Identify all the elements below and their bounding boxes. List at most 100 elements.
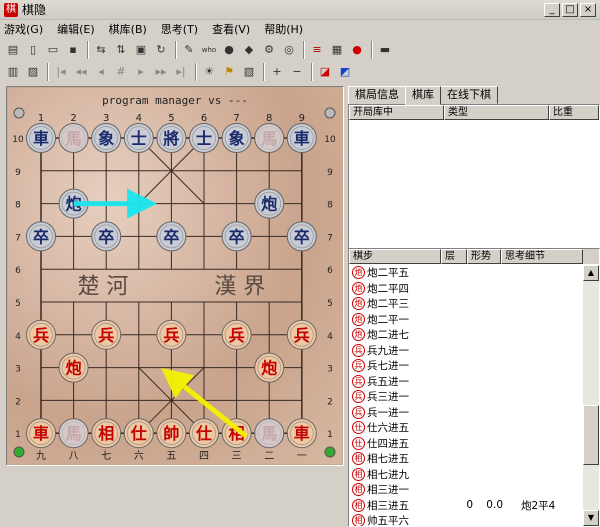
piece-label: 象 bbox=[229, 129, 245, 148]
menu-edit[interactable]: 编辑(E) bbox=[57, 21, 95, 37]
menu-library[interactable]: 棋库(B) bbox=[109, 21, 147, 37]
tab-online[interactable]: 在线下棋 bbox=[440, 86, 498, 104]
tab-game-info[interactable]: 棋局信息 bbox=[348, 86, 406, 104]
swap-icon[interactable]: ⇅ bbox=[112, 41, 130, 59]
file-label-bottom: 九 bbox=[36, 450, 46, 462]
move-row[interactable]: 仕仕四进五 bbox=[349, 436, 583, 452]
move-row[interactable]: 相相七进九 bbox=[349, 467, 583, 483]
edit-pen-icon[interactable]: ✎ bbox=[180, 41, 198, 59]
move-row[interactable]: 相相三进五 0 0.0 炮2平4 bbox=[349, 498, 583, 514]
hint-bulb-icon[interactable]: ☀ bbox=[200, 63, 218, 81]
search-icon[interactable]: ◎ bbox=[280, 41, 298, 59]
corner-green-dot bbox=[324, 446, 336, 458]
move-list[interactable]: 棋步 层 形势 思考细节 炮炮二平五炮炮二平四炮炮二平三炮炮二平一炮炮二进七兵兵… bbox=[348, 248, 600, 527]
circle-icon[interactable]: ● bbox=[220, 41, 238, 59]
move-notation: 相三进一 bbox=[367, 484, 409, 497]
new-file-icon[interactable]: ▯ bbox=[24, 41, 42, 59]
move-notation: 炮二平四 bbox=[367, 282, 409, 295]
back-fast-icon[interactable]: ◂◂ bbox=[72, 63, 90, 81]
river-text-right: 漢 界 bbox=[214, 275, 265, 300]
move-list-scrollbar[interactable]: ▲ ▼ bbox=[583, 265, 599, 526]
forward-fast-icon[interactable]: ▸▸ bbox=[152, 63, 170, 81]
first-move-icon[interactable]: |◂ bbox=[52, 63, 70, 81]
last-move-icon[interactable]: ▸| bbox=[172, 63, 190, 81]
move-row[interactable]: 炮炮二平三 bbox=[349, 296, 583, 312]
move-row[interactable]: 兵兵一进一 bbox=[349, 405, 583, 421]
menu-help[interactable]: 帮助(H) bbox=[264, 21, 303, 37]
river-text-left: 楚 河 bbox=[77, 275, 128, 300]
piece-label: 馬 bbox=[66, 424, 82, 443]
move-row[interactable]: 相相三进一 bbox=[349, 482, 583, 498]
file-label-top: 2 bbox=[70, 113, 76, 124]
piece-color-icon[interactable]: ● bbox=[348, 41, 366, 59]
board-svg[interactable]: program manager vs --- 1 2 3 4 5 6 7 8 9 九 八 七 六 五 四 三 二 一… bbox=[8, 88, 342, 464]
chess-board[interactable]: program manager vs --- 1 2 3 4 5 6 7 8 9 九 八 七 六 五 四 三 二 一… bbox=[8, 88, 342, 464]
move-row[interactable]: 仕仕六进五 bbox=[349, 420, 583, 436]
move-icon[interactable]: ⇆ bbox=[92, 41, 110, 59]
move-row[interactable]: 相相七进五 bbox=[349, 451, 583, 467]
menu-view[interactable]: 查看(V) bbox=[212, 21, 250, 37]
flag-red-icon[interactable]: ◪ bbox=[316, 63, 334, 81]
col-type[interactable]: 类型 bbox=[444, 105, 549, 120]
who-icon[interactable]: who bbox=[200, 41, 218, 59]
new-game-icon[interactable]: ▤ bbox=[4, 41, 22, 59]
tab-library[interactable]: 棋库 bbox=[405, 86, 441, 105]
col-opening[interactable]: 开局库中 bbox=[349, 105, 444, 120]
paste-icon[interactable]: ▨ bbox=[24, 63, 42, 81]
toolbar-navigation: ▥ ▨ |◂ ◂◂ ◂ # ▸ ▸▸ ▸| ☀ ⚑ ▧ + − ◪ ◩ bbox=[4, 61, 356, 83]
move-row[interactable]: 炮炮二平四 bbox=[349, 281, 583, 297]
hash-icon[interactable]: # bbox=[112, 63, 130, 81]
rotate-icon[interactable]: ↻ bbox=[152, 41, 170, 59]
rank-label-right: 5 bbox=[327, 299, 333, 309]
plus-icon[interactable]: + bbox=[268, 63, 286, 81]
move-row[interactable]: 兵兵五进一 bbox=[349, 374, 583, 390]
move-row[interactable]: 炮炮二平五 bbox=[349, 265, 583, 281]
move-row[interactable]: 兵兵三进一 bbox=[349, 389, 583, 405]
move-row[interactable]: 相帅五平六 bbox=[349, 513, 583, 526]
file-label-bottom: 二 bbox=[264, 451, 274, 462]
move-notation: 兵三进一 bbox=[367, 391, 409, 404]
menu-think[interactable]: 思考(T) bbox=[161, 21, 198, 37]
flag-icon[interactable]: ⚑ bbox=[220, 63, 238, 81]
piece-badge-icon: 兵 bbox=[352, 374, 365, 388]
minimize-button[interactable]: _ bbox=[544, 3, 560, 17]
book-icon[interactable]: ▧ bbox=[240, 63, 258, 81]
diamond-icon[interactable]: ◆ bbox=[240, 41, 258, 59]
piece-label: 馬 bbox=[261, 129, 277, 148]
move-depth: 0 bbox=[466, 499, 473, 512]
monitor-icon[interactable]: ▬ bbox=[376, 41, 394, 59]
rank-label-left: 6 bbox=[15, 266, 21, 276]
minus-icon[interactable]: − bbox=[288, 63, 306, 81]
piece-badge-icon: 仕 bbox=[352, 421, 365, 435]
close-button[interactable]: × bbox=[580, 3, 596, 17]
move-row[interactable]: 兵兵九进一 bbox=[349, 343, 583, 359]
move-row[interactable]: 兵兵七进一 bbox=[349, 358, 583, 374]
col-move[interactable]: 棋步 bbox=[349, 249, 441, 264]
step-back-icon[interactable]: ◂ bbox=[92, 63, 110, 81]
scroll-down-button[interactable]: ▼ bbox=[583, 510, 599, 526]
scroll-up-button[interactable]: ▲ bbox=[583, 265, 599, 281]
move-row[interactable]: 炮炮二进七 bbox=[349, 327, 583, 343]
col-weight[interactable]: 比重 bbox=[549, 105, 599, 120]
col-detail[interactable]: 思考细节 bbox=[501, 249, 583, 264]
step-forward-icon[interactable]: ▸ bbox=[132, 63, 150, 81]
gear-icon[interactable]: ⚙ bbox=[260, 41, 278, 59]
flip-board-icon[interactable]: ▣ bbox=[132, 41, 150, 59]
copy-icon[interactable]: ▥ bbox=[4, 63, 22, 81]
piece-badge-icon: 兵 bbox=[352, 405, 365, 419]
move-row[interactable]: 炮炮二平一 bbox=[349, 312, 583, 328]
chart-icon[interactable]: ▦ bbox=[328, 41, 346, 59]
col-score[interactable]: 形势 bbox=[467, 249, 501, 264]
flag-blue-icon[interactable]: ◩ bbox=[336, 63, 354, 81]
open-folder-icon[interactable]: ▭ bbox=[44, 41, 62, 59]
piece-label: 士 bbox=[131, 129, 147, 148]
maximize-button[interactable]: □ bbox=[562, 3, 578, 17]
save-icon[interactable]: ▪ bbox=[64, 41, 82, 59]
move-notation: 炮二进七 bbox=[367, 329, 409, 342]
menu-game[interactable]: 游戏(G) bbox=[4, 21, 43, 37]
piece-badge-icon: 炮 bbox=[352, 297, 365, 311]
rank-label-left: 3 bbox=[15, 365, 21, 375]
col-depth[interactable]: 层 bbox=[441, 249, 467, 264]
list-lines-icon[interactable]: ≡ bbox=[308, 41, 326, 59]
scroll-thumb[interactable] bbox=[583, 405, 599, 465]
